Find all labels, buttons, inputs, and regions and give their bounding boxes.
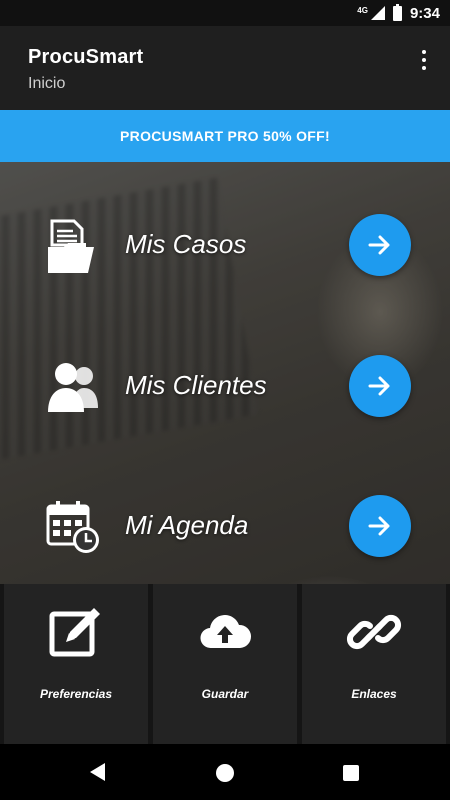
status-time: 9:34: [409, 4, 440, 22]
main-menu: Mis Casos Mis Clientes Mi Agenda: [0, 162, 450, 584]
promo-banner[interactable]: PROCUSMART PRO 50% OFF!: [0, 110, 450, 162]
overflow-menu-icon[interactable]: [414, 48, 434, 72]
back-icon[interactable]: [90, 763, 105, 781]
menu-item-mis-casos[interactable]: Mis Casos: [0, 211, 450, 281]
menu-item-mi-agenda[interactable]: Mi Agenda: [0, 492, 450, 562]
menu-item-mis-clientes[interactable]: Mis Clientes: [0, 352, 450, 422]
app-bar: ProcuSmart Inicio: [0, 26, 450, 110]
signal-indicator: 4G: [357, 6, 385, 20]
users-icon: [48, 363, 98, 412]
recents-icon[interactable]: [343, 765, 359, 781]
menu-label-mis-casos: Mis Casos: [125, 229, 247, 259]
arrow-right-icon: [368, 376, 390, 396]
arrow-right-icon: [368, 235, 390, 255]
menu-label-mis-clientes: Mis Clientes: [125, 370, 267, 400]
system-nav-bar: [0, 744, 450, 800]
arrow-right-icon: [368, 516, 390, 536]
folder-documents-icon: [48, 219, 94, 273]
tile-preferencias[interactable]: Preferencias: [4, 584, 148, 744]
mis-clientes-arrow-button[interactable]: [349, 355, 411, 417]
mis-casos-arrow-button[interactable]: [349, 214, 411, 276]
network-type: 4G: [357, 6, 368, 15]
tile-label-guardar: Guardar: [201, 687, 249, 701]
quick-actions: Preferencias Guardar Enlaces: [0, 584, 450, 744]
tile-label-enlaces: Enlaces: [351, 687, 397, 701]
menu-label-mi-agenda: Mi Agenda: [125, 510, 249, 540]
mi-agenda-arrow-button[interactable]: [349, 495, 411, 557]
edit-icon: [49, 608, 100, 657]
tile-guardar[interactable]: Guardar: [153, 584, 297, 744]
page-subtitle: Inicio: [28, 75, 66, 92]
signal-icon: [370, 6, 385, 20]
cloud-upload-icon: [200, 615, 252, 649]
link-icon: [346, 614, 402, 650]
tile-enlaces[interactable]: Enlaces: [302, 584, 446, 744]
tile-label-preferencias: Preferencias: [39, 687, 113, 701]
battery-icon: [392, 3, 402, 21]
home-icon[interactable]: [216, 764, 234, 782]
calendar-clock-icon: [46, 501, 99, 553]
status-bar: 4G 9:34: [0, 0, 450, 26]
app-title: ProcuSmart: [28, 46, 144, 68]
